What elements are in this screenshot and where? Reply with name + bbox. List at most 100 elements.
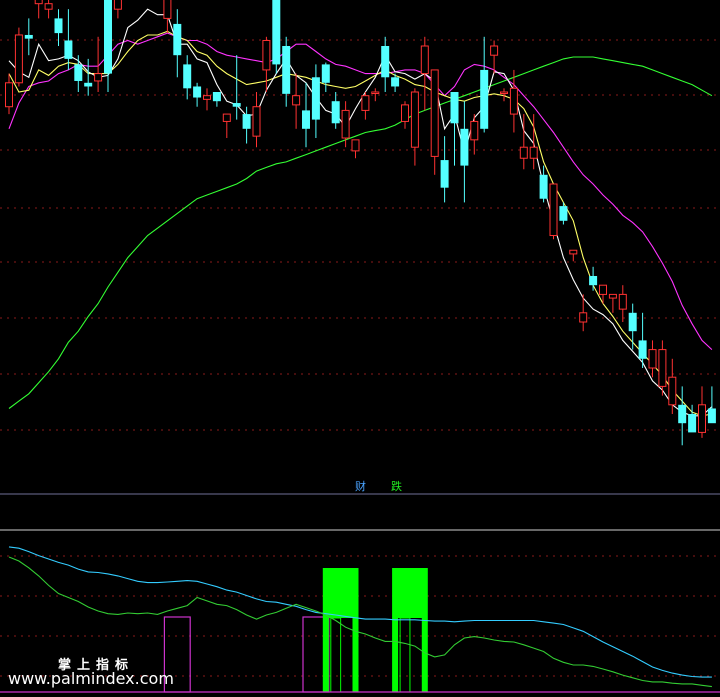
candle — [450, 92, 459, 166]
candle-body — [608, 293, 617, 299]
candle-body — [648, 349, 657, 369]
candle — [509, 69, 518, 133]
candle-body — [34, 0, 43, 5]
candle-body — [599, 284, 607, 295]
chart-stage: 财 跌 掌上指标 www.palmindex.com — [0, 0, 720, 697]
candle — [84, 58, 93, 96]
candle — [232, 55, 241, 120]
candle-body — [232, 103, 241, 107]
candle — [94, 36, 103, 92]
candle — [668, 358, 677, 414]
candle — [203, 88, 211, 111]
candle — [430, 69, 439, 175]
candle — [678, 386, 687, 446]
candle — [193, 82, 202, 107]
candle-body — [84, 82, 93, 87]
candle-body — [212, 92, 221, 102]
candle — [74, 55, 83, 92]
signal-inner — [399, 617, 411, 693]
candle — [648, 340, 657, 378]
signal-leg-right — [421, 618, 428, 692]
candle-body — [272, 0, 281, 65]
candle-body — [470, 120, 479, 141]
candle-body — [391, 77, 400, 87]
watermark-url: www.palmindex.com — [8, 669, 174, 688]
candle-body — [242, 114, 251, 129]
candle — [212, 92, 221, 107]
candle-body — [193, 86, 202, 98]
candle-body — [420, 45, 429, 75]
signal-leg-right — [352, 618, 359, 692]
candle-body — [658, 349, 667, 387]
candle — [698, 386, 706, 438]
candle — [292, 73, 301, 129]
ma60-path — [8, 56, 713, 409]
candle — [104, 0, 112, 92]
candle-body — [707, 408, 716, 424]
candle — [173, 9, 182, 78]
main-grid — [0, 39, 720, 431]
candle-body — [668, 376, 677, 406]
candle — [262, 36, 271, 92]
candle-body — [173, 23, 182, 56]
candle-body — [5, 82, 13, 108]
candle-body — [509, 87, 518, 115]
signal-leg-left — [322, 618, 329, 692]
candle-body — [341, 109, 350, 139]
signal-block — [392, 568, 428, 693]
candle-body — [460, 128, 469, 166]
candle-body — [440, 160, 449, 188]
candle-body — [589, 276, 598, 286]
candle — [5, 73, 13, 115]
candle-body — [549, 183, 558, 237]
candle-body — [430, 69, 439, 157]
candle — [24, 18, 33, 56]
candle — [628, 303, 637, 350]
candle-body — [351, 139, 360, 152]
candle — [252, 92, 261, 148]
signal-bars — [163, 568, 428, 693]
candle-body — [74, 64, 83, 81]
candle — [113, 0, 122, 19]
candle — [44, 0, 53, 19]
candle-body — [628, 312, 637, 332]
candle-body — [559, 206, 568, 221]
candle-body — [638, 340, 647, 359]
candle-body — [222, 113, 231, 122]
stock-chart — [0, 0, 720, 693]
candle-body — [113, 0, 122, 10]
candle — [321, 62, 330, 92]
candle-body — [302, 110, 310, 129]
ma10-line — [8, 30, 712, 417]
candle-body — [64, 40, 73, 59]
candle-body — [539, 174, 548, 199]
candle — [420, 36, 429, 111]
candle-body — [688, 414, 697, 433]
ma60-line — [8, 56, 713, 409]
candle-body — [24, 34, 33, 39]
candle-body — [579, 312, 588, 323]
candle-body — [183, 64, 192, 89]
candle — [331, 92, 340, 129]
ma10-path — [8, 30, 712, 417]
ma20-path — [8, 32, 713, 351]
candle-body — [401, 104, 409, 122]
candle — [302, 82, 310, 148]
indicator-label-die: 跌 — [391, 480, 402, 493]
candle — [569, 249, 578, 262]
candle — [14, 27, 23, 87]
candle — [599, 284, 607, 304]
candle-body — [480, 69, 489, 129]
candle — [311, 64, 320, 138]
candle-body — [163, 0, 172, 19]
candle-body — [569, 249, 578, 255]
candle — [381, 36, 390, 92]
candle-body — [381, 46, 390, 78]
signal-leg-left — [392, 618, 399, 692]
candle — [559, 202, 568, 225]
candle-body — [678, 404, 687, 424]
candle — [272, 0, 281, 74]
ma5-line — [8, 8, 713, 417]
candle-body — [698, 404, 706, 433]
candle — [34, 0, 43, 19]
